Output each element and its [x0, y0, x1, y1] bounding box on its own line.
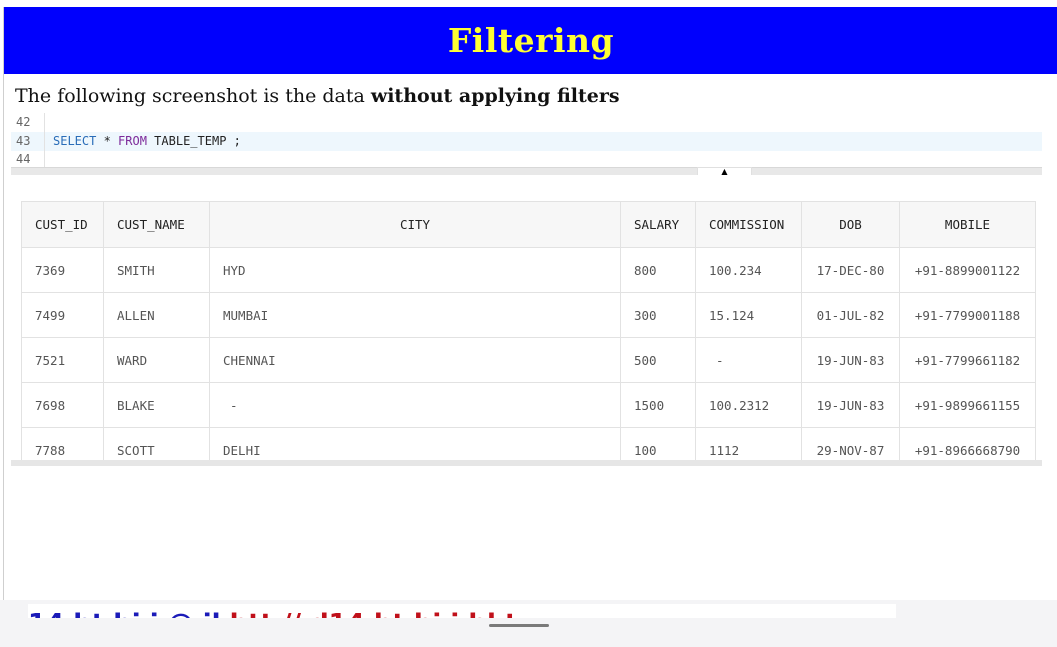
cell: 800: [620, 247, 696, 293]
cell: 17-DEC-80: [801, 247, 900, 293]
token-star: *: [96, 134, 119, 148]
cell: 7521: [21, 337, 104, 383]
cell: +91-7799001188: [899, 292, 1036, 338]
table-row[interactable]: 7698 BLAKE - 1500 100.2312 19-JUN-83 +91…: [21, 382, 1036, 428]
cell: 15.124: [695, 292, 802, 338]
intro-prefix: The following screenshot is the data: [15, 85, 371, 107]
cell: +91-8899001122: [899, 247, 1036, 293]
cell: HYD: [209, 247, 621, 293]
intro-bold: without applying filters: [370, 85, 620, 107]
column-header-dob[interactable]: DOB: [801, 201, 900, 248]
cell: 7698: [21, 382, 104, 428]
cell: 500: [620, 337, 696, 383]
editor-line[interactable]: 44: [11, 151, 1042, 167]
header-row: CUST_ID CUST_NAME CITY SALARY COMMISSION…: [21, 201, 1036, 248]
cell: 7369: [21, 247, 104, 293]
sql-query[interactable]: SELECT * FROM TABLE_TEMP ;: [45, 132, 241, 151]
results-bottom-border: [11, 460, 1042, 466]
results-panel[interactable]: CUST_ID CUST_NAME CITY SALARY COMMISSION…: [11, 175, 1042, 463]
cell: 29-NOV-87: [801, 427, 900, 463]
cell: 1500: [620, 382, 696, 428]
results-table: CUST_ID CUST_NAME CITY SALARY COMMISSION…: [21, 201, 1036, 463]
cell: ALLEN: [103, 292, 210, 338]
cell: 100: [620, 427, 696, 463]
cell: 1112: [695, 427, 802, 463]
cell: 19-JUN-83: [801, 337, 900, 383]
cell: BLAKE: [103, 382, 210, 428]
cell: +91-7799661182: [899, 337, 1036, 383]
table-row[interactable]: 7521 WARD CHENNAI 500 - 19-JUN-83 +91-77…: [21, 337, 1036, 383]
line-number: 44: [11, 151, 45, 167]
cell: DELHI: [209, 427, 621, 463]
column-header-cust-id[interactable]: CUST_ID: [21, 201, 104, 248]
cell: 300: [620, 292, 696, 338]
cell: CHENNAI: [209, 337, 621, 383]
cell: 100.234: [695, 247, 802, 293]
editor-line[interactable]: 42: [11, 113, 1042, 132]
column-header-mobile[interactable]: MOBILE: [899, 201, 1036, 248]
footer-email: 14 ht hi i @ il: [28, 609, 221, 618]
cell: 7788: [21, 427, 104, 463]
keyword-select: SELECT: [53, 134, 97, 148]
cell: SCOTT: [103, 427, 210, 463]
cell: +91-9899661155: [899, 382, 1036, 428]
table-name: TABLE_TEMP ;: [146, 134, 241, 148]
title-bar: Filtering: [4, 7, 1057, 74]
column-header-salary[interactable]: SALARY: [620, 201, 696, 248]
table-row[interactable]: 7369 SMITH HYD 800 100.234 17-DEC-80 +91…: [21, 247, 1036, 293]
cell: 19-JUN-83: [801, 382, 900, 428]
column-header-commission[interactable]: COMMISSION: [695, 201, 802, 248]
footer-url: htt // d14 ht hi i bl t: [230, 609, 518, 618]
cell: 01-JUL-82: [801, 292, 900, 338]
line-number: 43: [11, 132, 45, 151]
cell: WARD: [103, 337, 210, 383]
cell: SMITH: [103, 247, 210, 293]
cell: -: [209, 382, 621, 428]
slide-title: Filtering: [447, 21, 615, 60]
cell: 100.2312: [695, 382, 802, 428]
cell: -: [695, 337, 802, 383]
table-row[interactable]: 7788 SCOTT DELHI 100 1112 29-NOV-87 +91-…: [21, 427, 1036, 463]
column-header-city[interactable]: CITY: [209, 201, 621, 248]
line-number: 42: [11, 113, 45, 132]
sql-editor[interactable]: 42 43 SELECT * FROM TABLE_TEMP ; 44: [11, 113, 1042, 167]
column-header-cust-name[interactable]: CUST_NAME: [103, 201, 210, 248]
horizontal-scroll-thumb[interactable]: [489, 624, 549, 627]
intro-text: The following screenshot is the data wit…: [15, 85, 620, 107]
table-row[interactable]: 7499 ALLEN MUMBAI 300 15.124 01-JUL-82 +…: [21, 292, 1036, 338]
cell: MUMBAI: [209, 292, 621, 338]
footer-watermark: 14 ht hi i @ il htt // d14 ht hi i bl t: [28, 604, 896, 618]
keyword-from: FROM: [118, 134, 147, 148]
cell: +91-8966668790: [899, 427, 1036, 463]
editor-line-active[interactable]: 43 SELECT * FROM TABLE_TEMP ;: [11, 132, 1042, 151]
cell: 7499: [21, 292, 104, 338]
